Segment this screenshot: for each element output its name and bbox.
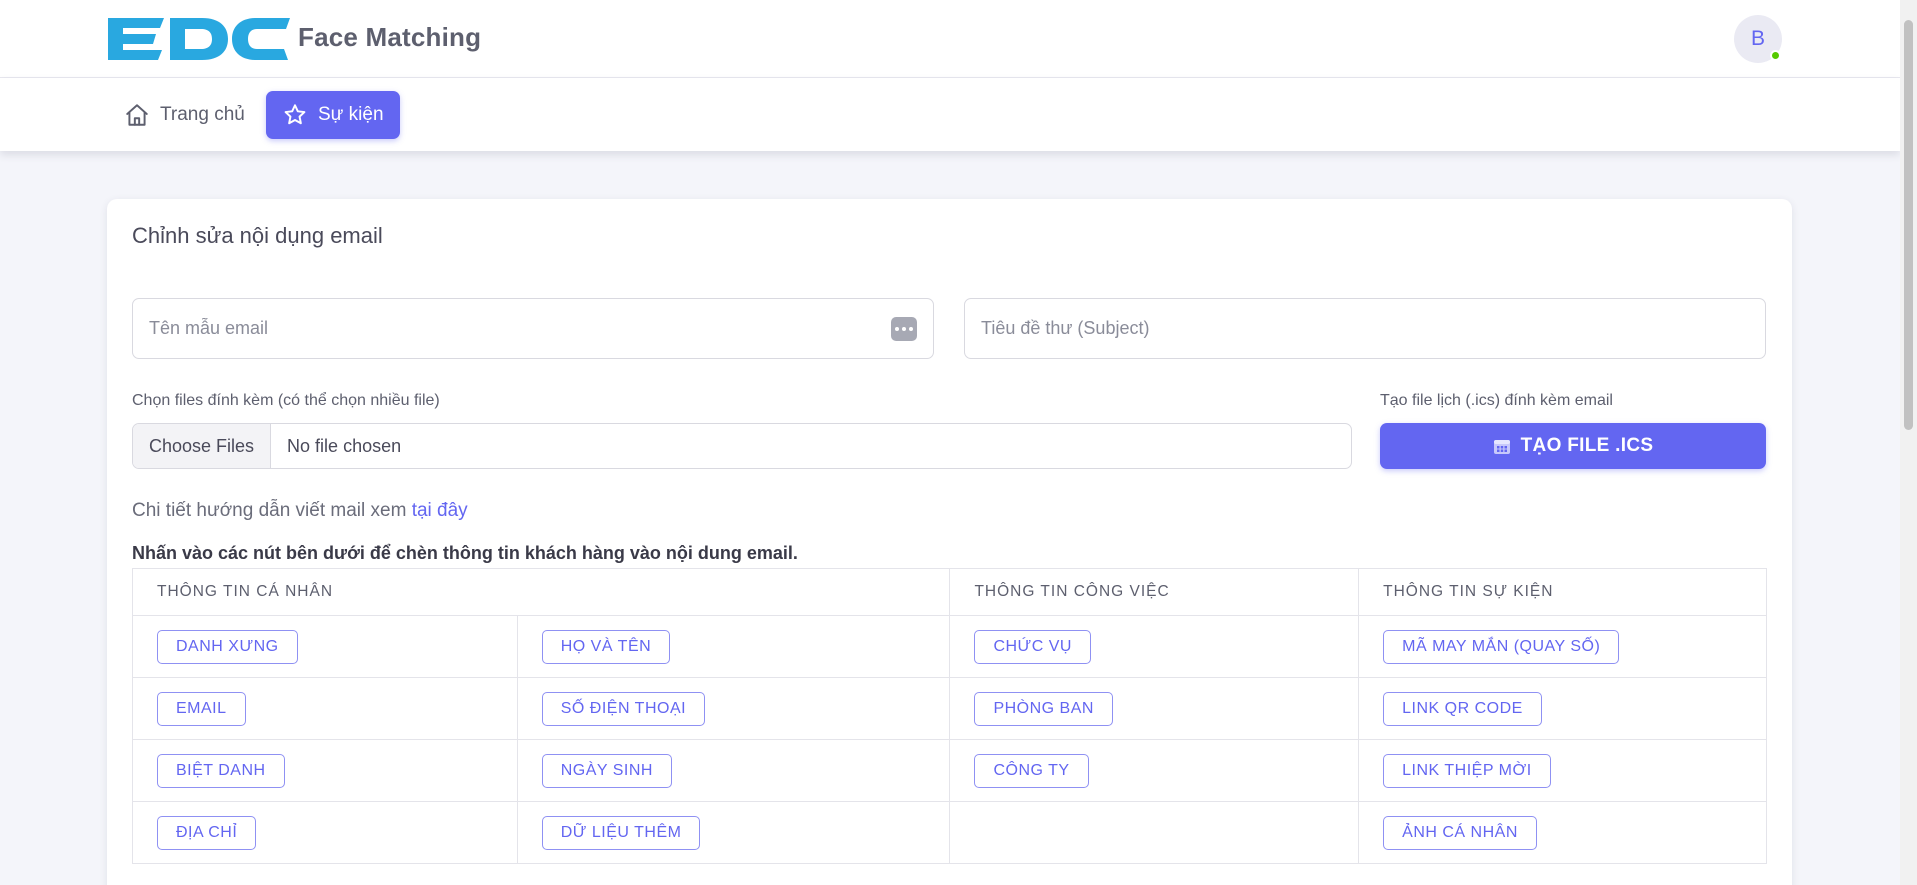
ics-label: Tạo file lịch (.ics) đính kèm email bbox=[1380, 392, 1613, 409]
empty-cell bbox=[949, 801, 1360, 864]
nav-events-label: Sự kiện bbox=[318, 104, 384, 125]
header-personal-info: THÔNG TIN CÁ NHÂN bbox=[131, 568, 951, 616]
subject-field[interactable] bbox=[964, 298, 1766, 359]
online-status-dot bbox=[1770, 50, 1781, 61]
insert-department-button[interactable]: PHÒNG BAN bbox=[974, 691, 1113, 726]
subject-input[interactable] bbox=[981, 318, 1749, 339]
edc-logo[interactable] bbox=[106, 16, 290, 62]
insert-birthday-button[interactable]: NGÀY SINH bbox=[541, 753, 672, 788]
page-scrollbar[interactable] bbox=[1900, 0, 1917, 885]
guide-text-prefix: Chi tiết hướng dẫn viết mail xem bbox=[132, 500, 412, 521]
placeholder-table: THÔNG TIN CÁ NHÂN THÔNG TIN CÔNG VIỆC TH… bbox=[131, 568, 1767, 864]
insert-company-button[interactable]: CÔNG TY bbox=[974, 753, 1089, 788]
table-row: DANH XƯNG HỌ VÀ TÊN CHỨC VỤ MÃ MAY MẮN (… bbox=[132, 615, 1767, 678]
insert-address-button[interactable]: ĐỊA CHỈ bbox=[157, 815, 257, 850]
insert-full-name-button[interactable]: HỌ VÀ TÊN bbox=[541, 629, 671, 664]
email-editor-card: Chỉnh sửa nội dụng email Chọn files đính… bbox=[107, 199, 1792, 885]
table-row: BIỆT DANH NGÀY SINH CÔNG TY LINK THIỆP M… bbox=[132, 739, 1767, 802]
insert-qr-link-button[interactable]: LINK QR CODE bbox=[1383, 691, 1542, 726]
guide-text: Chi tiết hướng dẫn viết mail xem tại đây bbox=[132, 500, 468, 522]
header-work-info: THÔNG TIN CÔNG VIỆC bbox=[949, 568, 1360, 616]
card-title: Chỉnh sửa nội dụng email bbox=[132, 223, 383, 248]
main-nav: Trang chủ Sự kiện bbox=[0, 78, 1900, 151]
insert-position-button[interactable]: CHỨC VỤ bbox=[974, 629, 1091, 664]
header-event-info: THÔNG TIN SỰ KIỆN bbox=[1358, 568, 1767, 616]
top-header: Face Matching B bbox=[0, 0, 1900, 78]
app-title: Face Matching bbox=[298, 22, 482, 52]
template-name-field[interactable] bbox=[132, 298, 934, 359]
create-ics-label: TẠO FILE .ICS bbox=[1520, 435, 1654, 456]
nav-home[interactable]: Trang chủ bbox=[108, 91, 261, 139]
insert-invitation-link-button[interactable]: LINK THIỆP MỜI bbox=[1383, 753, 1551, 788]
insert-email-button[interactable]: EMAIL bbox=[157, 691, 246, 726]
insert-profile-photo-button[interactable]: ẢNH CÁ NHÂN bbox=[1383, 815, 1537, 850]
nav-home-label: Trang chủ bbox=[160, 104, 245, 125]
guide-link[interactable]: tại đây bbox=[412, 500, 468, 521]
placeholder-instruction: Nhấn vào các nút bên dưới để chèn thông … bbox=[132, 543, 798, 563]
insert-phone-button[interactable]: SỐ ĐIỆN THOẠI bbox=[541, 691, 706, 726]
avatar-initial: B bbox=[1750, 27, 1765, 50]
create-ics-button[interactable]: TẠO FILE .ICS bbox=[1380, 423, 1766, 469]
insert-nickname-button[interactable]: BIỆT DANH bbox=[157, 753, 285, 788]
table-row: EMAIL SỐ ĐIỆN THOẠI PHÒNG BAN LINK QR CO… bbox=[132, 677, 1767, 740]
nav-events[interactable]: Sự kiện bbox=[266, 91, 400, 139]
more-dots-icon[interactable] bbox=[891, 316, 917, 341]
table-row: ĐỊA CHỈ DỮ LIỆU THÊM ẢNH CÁ NHÂN bbox=[132, 801, 1767, 864]
insert-salutation-button[interactable]: DANH XƯNG bbox=[157, 629, 298, 664]
home-icon bbox=[126, 104, 148, 126]
insert-extra-data-button[interactable]: DỮ LIỆU THÊM bbox=[541, 815, 701, 850]
calendar-icon bbox=[1493, 440, 1510, 454]
user-avatar[interactable]: B bbox=[1734, 15, 1782, 63]
star-icon bbox=[284, 104, 306, 125]
choose-files-button[interactable]: Choose Files bbox=[133, 424, 272, 468]
insert-lucky-code-button[interactable]: MÃ MAY MẮN (QUAY SỐ) bbox=[1383, 629, 1620, 664]
attachments-file-input[interactable]: Choose Files No file chosen bbox=[132, 423, 1352, 469]
template-name-input[interactable] bbox=[149, 318, 891, 339]
attachments-label: Chọn files đính kèm (có thể chọn nhiều f… bbox=[132, 392, 440, 409]
file-status-text: No file chosen bbox=[287, 435, 402, 456]
scrollbar-thumb[interactable] bbox=[1904, 20, 1913, 430]
